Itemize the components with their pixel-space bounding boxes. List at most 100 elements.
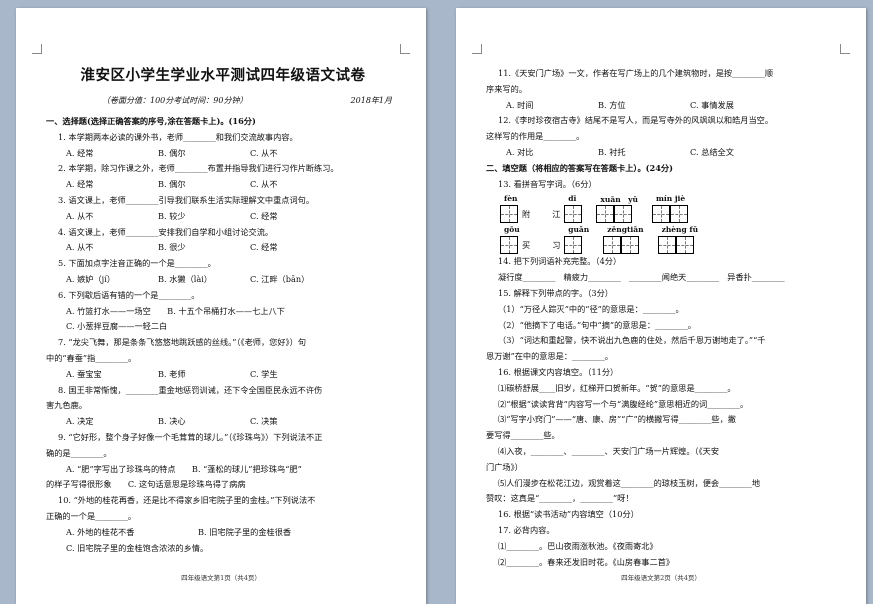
answer-option: B. 方位	[598, 99, 626, 110]
exam-info: （卷面分值：100分考试时间：90分钟）	[102, 96, 248, 105]
pinyin-row: gōu 买 guǎn 习 zēngtiān zhèng fǔ	[486, 225, 840, 255]
answer-options: A. 经常 B. 偶尔 C. 从不	[46, 146, 400, 162]
question-list: 一、选择题(选择正确答案的序号,涂在答题卡上)。(16分) 1. 本学期两本必读的…	[46, 114, 400, 556]
writing-box[interactable]	[614, 205, 633, 224]
page-footer: 四年级语文第2页（共4页）	[621, 574, 701, 582]
question-text: ⑸人们漫步在松花江边，观赏着这________的琼枝玉树，便会________地	[498, 477, 761, 488]
answer-options: A. 时间 B. 方位 C. 事情发展	[486, 98, 840, 114]
question-text: 13. 看拼音写字词。（6分）	[498, 178, 597, 189]
answer-options: A. 蚕宝宝 B. 老师 C. 学生	[46, 367, 400, 383]
question-text: ⑷入夜，________、________、天安门广场一片辉煌。（《天安	[498, 445, 720, 456]
pinyin-item: mín jiè	[651, 194, 688, 224]
answer-option: C. 从不	[250, 147, 278, 158]
answer-options: A. 外地的桂花不香 B. 旧宅院子里的金桂很香	[46, 525, 400, 541]
writing-box[interactable]	[675, 236, 694, 255]
answer-option: A. 经常	[66, 179, 94, 190]
question-text: ⑴________。巴山夜雨涨秋池。《夜雨寄北》	[498, 540, 658, 551]
question-text: 门广场》）	[486, 461, 523, 472]
answer-options: A. 决定 B. 决心 C. 决策	[46, 414, 400, 430]
pinyin-label: gōu	[504, 225, 520, 235]
answer-option: A. 决定	[66, 416, 94, 427]
answer-option: A. 蚕宝宝	[66, 368, 102, 379]
answer-options: A. 对比 B. 衬托 C. 总结全文	[486, 145, 840, 161]
crop-mark	[840, 44, 850, 54]
question-text: 16. 根据课文内容填空。（11分）	[498, 366, 619, 377]
question-text: 这样写的作用是________。	[486, 131, 585, 142]
question-text: 10. “外地的桂花再香，还是比不得家乡旧宅院子里的金桂。”下列说法不	[58, 495, 316, 506]
pinyin-label: xuān yǔ	[600, 195, 638, 205]
writing-box[interactable]	[657, 236, 676, 255]
pinyin-item: xuān yǔ	[596, 194, 638, 224]
writing-box[interactable]	[651, 205, 670, 224]
writing-box[interactable]	[500, 236, 518, 255]
answer-option: B. 旧宅院子里的金桂很香	[198, 526, 292, 537]
question-text: 凝行度________ 精疲力________ ________闻绝天_____…	[498, 272, 785, 283]
answer-options: A. 从不 B. 很少 C. 经常	[46, 240, 400, 256]
crop-mark	[32, 44, 42, 54]
question-text: 序来写的。	[486, 83, 527, 94]
answer-option: B. 较少	[158, 210, 186, 221]
exam-page-2: 11.《天安门广场》一文，作者在写广场上的几个建筑物时，是按________顺序…	[456, 8, 866, 604]
question-text: ⑵“根据“读读背背”内容写一个与“满腹经纶”意思相近的词________。	[498, 398, 749, 409]
answer-option: C. 事情发展	[690, 99, 734, 110]
answer-options: A. 经常 B. 偶尔 C. 从不	[46, 177, 400, 193]
pinyin-row: fèn 附 dī 江 xuān yǔ mín jiè	[486, 194, 840, 224]
answer-option: B. 决心	[158, 416, 186, 427]
answer-options: A. 嫉妒（jí） B. 水獭（lài） C. 江畔（bān）	[46, 272, 400, 288]
answer-option: A. 从不	[66, 242, 94, 253]
answer-option: C. 总结全文	[690, 146, 734, 157]
answer-option: C. 从不	[250, 179, 278, 190]
page-1-content: 淮安区小学生学业水平测试四年级语文试卷 （卷面分值：100分考试时间：90分钟）…	[46, 64, 400, 556]
writing-box[interactable]	[596, 205, 615, 224]
question-text: 要写得________些。	[486, 430, 560, 441]
question-text: 中的“春蚕”指________。	[46, 352, 137, 363]
answer-option: C. 经常	[250, 242, 278, 253]
question-text: 6. 下列歇后语有错的一个是________。	[58, 289, 200, 300]
question-text: ⑴碳桥舒展____旧岁，红梯开口贺新年。“贺”的意思是________。	[498, 382, 736, 393]
question-text: 3. 语文课上，老师________引导我们联系生活实际理解文中重点词句。	[58, 194, 315, 205]
answer-option: A. “肥”字写出了珍珠鸟的特点 B. “蓬松的球儿”把珍珠鸟“肥”	[66, 463, 302, 474]
answer-option: C. 小葱拌豆腐——一轻二白	[66, 321, 168, 332]
question-text: 确的是________。	[46, 447, 112, 458]
question-text: 正确的一个是________。	[46, 510, 137, 521]
question-text: 11.《天安门广场》一文，作者在写广场上的几个建筑物时，是按________顺	[498, 68, 774, 78]
pinyin-label: fèn	[504, 194, 518, 204]
writing-box[interactable]	[500, 205, 518, 224]
question-text: 赞叹：这真是“________，________”呀！	[486, 493, 634, 504]
answer-option: B. 偶尔	[158, 147, 186, 158]
question-text: 15. 解释下列带点的字。（3分）	[498, 287, 613, 298]
crop-mark	[472, 44, 482, 54]
question-text: 2. 本学期，除习作课之外，老师________布置并指导我们进行习作片断练习。	[58, 163, 339, 174]
writing-box[interactable]	[669, 205, 688, 224]
question-text: 8. 国王非常惭愧，________重金地惩罚训诫，还下令全国臣民永远不许伤	[58, 384, 323, 395]
question-text: （1）“万径人踪灭”中的“径”的意思是：________。	[498, 303, 684, 314]
pinyin-label: zhèng fǔ	[661, 225, 699, 235]
answer-option: B. 老师	[158, 368, 186, 379]
question-text: 7. “龙尖飞舞，那是条条飞悠悠地跳跃感的丝线。”（《老师，您好》）句	[58, 337, 307, 348]
question-text: 9. “它好形，整个身子好像一个毛茸茸的球儿。”（《珍珠鸟》）下列说法不正	[58, 431, 323, 442]
answer-option: C. 旧宅院子里的金桂饱含浓浓的乡情。	[66, 542, 209, 553]
question-text: ⑶“写字小窍门”——“唐、康、房”“广”的横撇写得________些，撇	[498, 414, 736, 425]
writing-box[interactable]	[564, 205, 583, 224]
question-text: 14. 把下列词语补充完整。（4分）	[498, 256, 622, 267]
writing-box[interactable]	[621, 236, 640, 255]
answer-option: A. 经常	[66, 147, 94, 158]
answer-option: C. 经常	[250, 210, 278, 221]
writing-box[interactable]	[564, 236, 583, 255]
question-text: 5. 下面加点字注音正确的一个是________。	[58, 258, 216, 269]
answer-option: C. 江畔（bān）	[250, 273, 310, 284]
writing-box[interactable]	[603, 236, 622, 255]
exam-date: 2018年1月	[350, 96, 392, 105]
pinyin-label: dī	[568, 194, 577, 204]
answer-option: C. 学生	[250, 368, 278, 379]
pinyin-item: guǎn 习	[548, 225, 590, 255]
pinyin-label: mín jiè	[655, 194, 686, 204]
pinyin-label: zēngtiān	[607, 225, 644, 235]
question-text: 的样子写得很形象 C. 这句话意思是珍珠鸟得了病病	[46, 479, 246, 490]
pinyin-label: guǎn	[568, 225, 590, 235]
question-text: 害九色鹿。	[46, 400, 87, 411]
answer-options: A. 从不 B. 较少 C. 经常	[46, 209, 400, 225]
given-character: 买	[522, 240, 531, 251]
given-character: 江	[552, 209, 561, 220]
answer-option: B. 衬托	[598, 146, 626, 157]
